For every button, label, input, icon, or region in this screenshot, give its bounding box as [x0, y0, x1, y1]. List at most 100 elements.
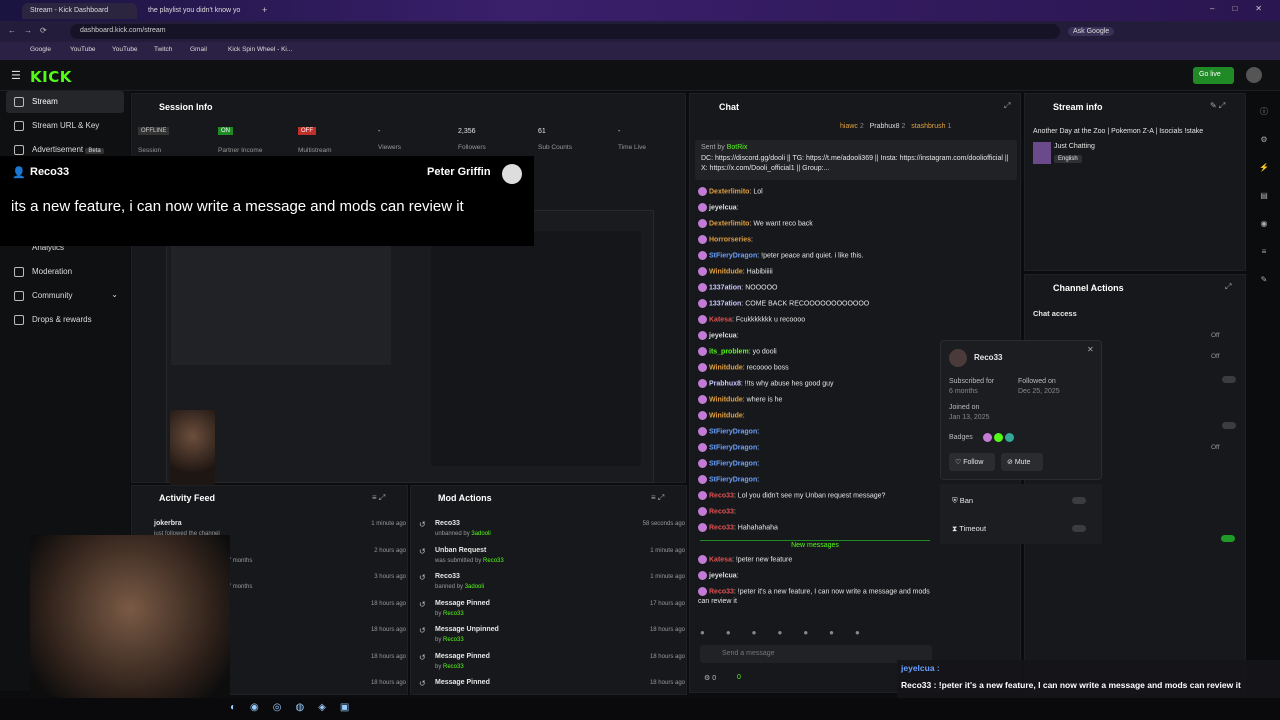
sidebar-item-moderation[interactable]: Moderation [6, 261, 124, 283]
mod-controls: ⛨ Ban ⧗ Timeout [940, 484, 1102, 544]
mod-action-icon: ↺ [419, 546, 426, 556]
tool-icon[interactable]: ⚙ [1254, 126, 1274, 154]
chat-username[interactable]: StFieryDragon [709, 460, 757, 467]
mod-action-actor[interactable]: Reco33 [443, 664, 464, 670]
pinned-text: DC: https://discord.gg/dooli || TG: http… [701, 155, 1009, 172]
taskbar-apps-icon[interactable]: ◐◉◎◍◈▣ [230, 702, 363, 713]
chat-username[interactable]: Reco33 [709, 508, 734, 515]
bookmark-youtube-2[interactable]: YouTube [112, 46, 138, 53]
mod-action-actor[interactable]: Reco33 [483, 558, 504, 564]
mod-action-actor[interactable]: 3adooli [471, 531, 490, 537]
mod-action-actor[interactable]: Reco33 [443, 611, 464, 617]
list-icon[interactable]: ≡ [1254, 238, 1274, 266]
preview-chat-thumb [431, 231, 641, 466]
setting-value[interactable]: Off [1211, 353, 1220, 360]
chat-username[interactable]: jeyelcua [709, 204, 737, 211]
go-live-button[interactable]: Go live [1193, 67, 1234, 84]
chat-username[interactable]: Winitdude [709, 412, 743, 419]
clipboard-icon[interactable]: ▤ [1254, 182, 1274, 210]
chat-username[interactable]: 1337ation [709, 300, 741, 307]
activity-feed-title: Activity Feed [159, 493, 216, 503]
user-badge-icon [698, 379, 707, 388]
user-badge-icon [698, 411, 707, 420]
chat-username[interactable]: Reco33 [709, 524, 734, 531]
mod-action-name: Reco33 [435, 520, 460, 527]
chat-username[interactable]: jeyelcua [709, 572, 737, 579]
new-tab-icon[interactable]: + [262, 5, 267, 15]
timeout-toggle[interactable] [1072, 525, 1086, 532]
tab-kick-dashboard[interactable]: Stream - Kick Dashboard [22, 3, 137, 19]
stream-preview [166, 210, 654, 483]
follow-button[interactable]: ♡ Follow [949, 453, 995, 471]
chat-message: StFieryDragon: [698, 427, 938, 443]
chat-username[interactable]: Prabhux8 [709, 380, 741, 387]
multistream-label: Multistream [298, 147, 332, 154]
edit-icon[interactable]: ✎ ⤢ [1210, 101, 1225, 111]
window-controls-icon[interactable]: –□✕ [1210, 4, 1280, 13]
popout-icon[interactable]: ⤢ [1225, 282, 1231, 292]
session-label: Session [138, 147, 162, 154]
menu-icon[interactable]: ☰ [11, 69, 21, 82]
chat-username[interactable]: StFieryDragon [709, 428, 757, 435]
ask-google-button[interactable]: Ask Google [1068, 27, 1115, 36]
chat-username[interactable]: StFieryDragon [709, 252, 757, 259]
emote-bar[interactable]: ●●●●●●● [700, 628, 928, 640]
bookmark-gmail[interactable]: Gmail [190, 46, 207, 53]
chat-username[interactable]: Winitdude [709, 396, 743, 403]
kick-logo[interactable]: KICK [30, 68, 72, 86]
chat-username[interactable]: Reco33 [709, 492, 734, 499]
mod-action-icon: ↺ [419, 573, 426, 582]
nav-arrows-icon[interactable]: ←→⟳ [8, 26, 55, 35]
chat-username[interactable]: Winitdude [709, 268, 743, 275]
chat-username[interactable]: jeyelcua [709, 332, 737, 339]
subscribed-value: 6 months [949, 388, 978, 395]
chat-username[interactable]: StFieryDragon [709, 476, 757, 483]
mod-action-time: 18 hours ago [649, 653, 685, 660]
mod-action-actor[interactable]: Reco33 [443, 637, 464, 643]
popout-icon[interactable]: ⤢ [1004, 101, 1010, 111]
user-badge-icon [698, 267, 707, 276]
ban-toggle[interactable] [1072, 497, 1086, 504]
session-info-title: Session Info [159, 102, 213, 112]
chat-username[interactable]: Reco33 [709, 588, 734, 595]
chat-footer-icon[interactable]: ⚙ 0 [704, 674, 716, 682]
chat-username[interactable]: its_problem [709, 348, 749, 355]
toggle-switch[interactable] [1222, 422, 1236, 429]
sidebar-item-stream[interactable]: Stream [6, 91, 124, 113]
sidebar-item-drops[interactable]: Drops & rewards [6, 309, 124, 331]
chat-username[interactable]: Winitdude [709, 364, 743, 371]
toggle-switch[interactable] [1222, 376, 1236, 383]
bookmark-twitch[interactable]: Twitch [154, 46, 172, 53]
mod-action-actor[interactable]: 3adooli [465, 584, 484, 590]
setting-value[interactable]: Off [1211, 444, 1220, 451]
wrench-icon[interactable]: ✎ [1254, 266, 1274, 294]
setting-value[interactable]: Off [1211, 332, 1220, 339]
sidebar-item-community[interactable]: Community ⌄ [6, 285, 124, 307]
chat-username[interactable]: Horrorseries [709, 236, 751, 243]
url-input[interactable]: dashboard.kick.com/stream [70, 24, 1060, 39]
chat-username[interactable]: StFieryDragon [709, 444, 757, 451]
avatar[interactable] [1246, 67, 1262, 83]
chat-icon[interactable]: ◉ [1254, 210, 1274, 238]
toggle-switch-on[interactable] [1221, 535, 1235, 542]
sidebar-item-stream-url[interactable]: Stream URL & Key [6, 115, 124, 137]
tab-playlist[interactable]: the playlist you didn't know yo [140, 3, 258, 19]
info-icon[interactable]: ⓘ [1254, 98, 1274, 126]
filter-icon[interactable]: ≡ ⤢ [651, 493, 664, 503]
user-badge-icon [698, 235, 707, 244]
filter-icon[interactable]: ≡ ⤢ [372, 493, 385, 503]
bookmark-youtube[interactable]: YouTube [70, 46, 96, 53]
chat-username[interactable]: 1337ation [709, 284, 741, 291]
chat-username[interactable]: Dexterlimito [709, 220, 749, 227]
bookmark-google[interactable]: Google [30, 46, 51, 53]
chat-username[interactable]: Dexterlimito [709, 188, 749, 195]
chat-username[interactable]: Katesa [709, 316, 732, 323]
mod-action-name: Unban Request [435, 546, 487, 554]
viewers-value: - [378, 128, 381, 135]
bolt-icon[interactable]: ⚡ [1254, 154, 1274, 182]
close-icon[interactable]: ✕ [1087, 345, 1094, 354]
chat-username[interactable]: Katesa [709, 556, 732, 563]
bookmark-kick-spin[interactable]: Kick Spin Wheel - Ki... [228, 46, 292, 53]
bookmarks-bar: Google YouTube YouTube Twitch Gmail Kick… [0, 42, 1280, 60]
mute-button[interactable]: ⊘ Mute [1001, 453, 1043, 471]
